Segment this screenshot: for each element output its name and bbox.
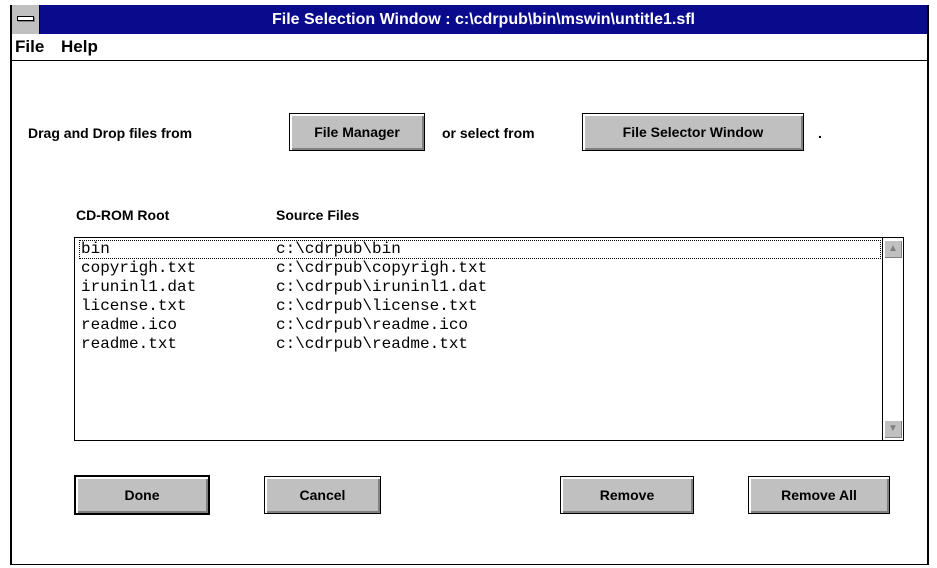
system-menu-icon[interactable] [12, 5, 40, 34]
list-item-source: c:\cdrpub\bin [276, 240, 401, 258]
list-item[interactable]: bin c:\cdrpub\bin [79, 240, 881, 259]
list-item-root: iruninl1.dat [81, 278, 197, 296]
remove-all-button[interactable]: Remove All [748, 476, 890, 514]
done-button[interactable]: Done [74, 475, 210, 515]
drag-drop-label: Drag and Drop files from [28, 125, 193, 141]
scroll-up-arrow-icon[interactable]: ▲ [884, 240, 902, 258]
file-manager-button[interactable]: File Manager [289, 113, 425, 151]
select-from-label: or select from [442, 125, 535, 141]
list-item[interactable]: license.txt c:\cdrpub\license.txt [79, 297, 881, 316]
list-item-root: license.txt [81, 297, 187, 315]
column-header-cdrom-root: CD-ROM Root [76, 207, 170, 223]
list-item[interactable]: readme.txt c:\cdrpub\readme.txt [79, 335, 881, 354]
list-item-source: c:\cdrpub\readme.txt [276, 335, 469, 353]
window-title: File Selection Window : c:\cdrpub\bin\ms… [272, 11, 695, 28]
list-item-root: copyrigh.txt [81, 259, 197, 277]
list-item[interactable]: iruninl1.dat c:\cdrpub\iruninl1.dat [79, 278, 881, 297]
file-list[interactable]: bin c:\cdrpub\bin copyrigh.txt c:\cdrpub\c… [74, 237, 904, 441]
list-item-root: bin [81, 240, 110, 258]
list-item[interactable]: readme.ico c:\cdrpub\readme.ico [79, 316, 881, 335]
list-item-source: c:\cdrpub\copyrigh.txt [276, 259, 488, 277]
list-item-root: readme.ico [81, 316, 178, 334]
title-bar[interactable]: File Selection Window : c:\cdrpub\bin\ms… [12, 5, 927, 34]
menu-help[interactable]: Help [61, 37, 98, 57]
list-item-source: c:\cdrpub\readme.ico [276, 316, 469, 334]
column-header-source-files: Source Files [276, 207, 360, 223]
menu-file[interactable]: File [15, 37, 44, 57]
scroll-down-arrow-icon[interactable]: ▼ [884, 420, 902, 438]
remove-button[interactable]: Remove [560, 476, 694, 514]
cancel-button[interactable]: Cancel [264, 476, 381, 514]
file-selection-window: File Selection Window : c:\cdrpub\bin\ms… [10, 5, 929, 565]
sentence-period: . [818, 125, 822, 141]
vertical-scrollbar[interactable]: ▲ ▼ [882, 238, 903, 440]
list-item-source: c:\cdrpub\license.txt [276, 297, 478, 315]
list-item-root: readme.txt [81, 335, 178, 353]
menu-bar: File Help [12, 34, 927, 61]
file-selector-window-button[interactable]: File Selector Window [582, 113, 804, 151]
list-item-source: c:\cdrpub\iruninl1.dat [276, 278, 488, 296]
list-item[interactable]: copyrigh.txt c:\cdrpub\copyrigh.txt [79, 259, 881, 278]
